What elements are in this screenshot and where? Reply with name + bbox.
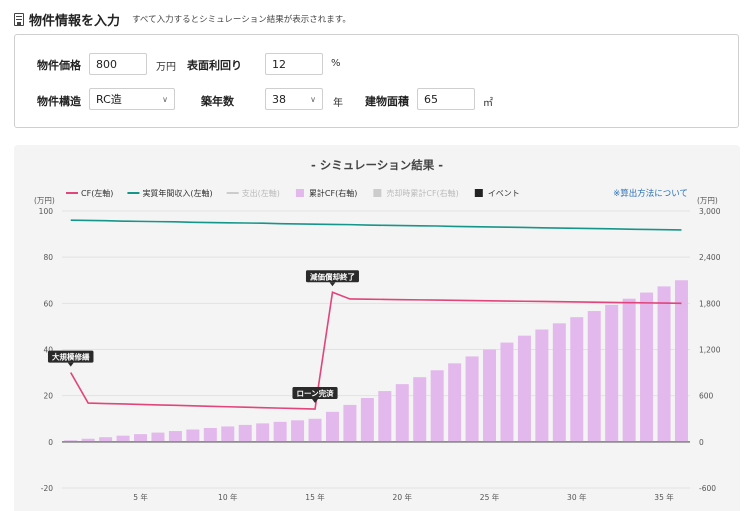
right-tick-label: 2,400 <box>699 253 721 262</box>
left-tick-label: -20 <box>41 484 53 493</box>
cumulative-cf-bar <box>587 311 601 442</box>
right-tick-label: 3,000 <box>699 207 721 216</box>
left-tick-label: 60 <box>43 299 53 308</box>
cumulative-cf-bar <box>605 304 619 442</box>
cumulative-cf-bar <box>203 427 217 442</box>
cumulative-cf-bar <box>221 426 235 442</box>
event-marker[interactable]: 大規模修繕 <box>47 350 94 367</box>
x-tick-label: 35 年 <box>654 492 674 502</box>
x-tick-label: 30 年 <box>567 492 587 502</box>
income-line <box>70 219 682 231</box>
legend-swatch-5[interactable] <box>474 189 483 197</box>
event-pointer <box>329 282 336 287</box>
right-tick-label: -600 <box>699 484 716 493</box>
legend-item-0[interactable]: CF(左軸) <box>81 188 113 198</box>
legend-swatch-4[interactable] <box>373 189 382 197</box>
cumulative-cf-bar <box>238 424 252 442</box>
event-marker[interactable]: 減価償却終了 <box>305 270 359 287</box>
left-tick-label: 80 <box>43 253 53 262</box>
cumulative-cf-bar <box>448 363 462 442</box>
cumulative-cf-bar <box>273 421 287 442</box>
cumulative-cf-bar <box>570 317 584 442</box>
legend-swatch-3[interactable] <box>295 189 304 197</box>
event-label: 大規模修繕 <box>52 352 90 362</box>
left-tick-label: 0 <box>48 438 53 447</box>
right-tick-label: 1,200 <box>699 346 721 355</box>
cumulative-cf-bar <box>517 335 531 442</box>
simulation-chart: CF(左軸) 実質年間収入(左軸) 支出(左軸) 累計CF(右軸) 売却時累計CF(右軸… <box>34 188 721 502</box>
x-tick-label: 25 年 <box>480 492 500 502</box>
left-tick-label: 100 <box>39 207 54 216</box>
event-label: ローン完済 <box>296 388 334 398</box>
cumulative-cf-bar <box>430 370 444 442</box>
cumulative-cf-bar <box>343 404 357 442</box>
cumulative-cf-bar <box>413 377 427 442</box>
cumulative-cf-bar <box>256 423 270 442</box>
event-pointer <box>67 362 74 367</box>
cumulative-cf-bar <box>168 431 182 442</box>
cumulative-cf-bar <box>674 280 688 442</box>
event-label: 減価償却終了 <box>310 271 355 281</box>
x-tick-label: 5 年 <box>133 492 148 502</box>
cumulative-cf-bar <box>622 298 636 442</box>
x-tick-label: 15 年 <box>305 492 325 502</box>
cumulative-cf-bar <box>291 420 305 442</box>
cumulative-cf-bar <box>186 429 200 442</box>
calc-method-link[interactable]: ※算出方法について <box>613 188 688 199</box>
cumulative-cf-bar <box>308 418 322 442</box>
cumulative-cf-bar <box>325 411 339 442</box>
cumulative-cf-bar <box>378 391 392 442</box>
right-tick-label: 0 <box>699 438 704 447</box>
cumulative-cf-bar <box>552 323 566 442</box>
x-tick-label: 20 年 <box>393 492 413 502</box>
cumulative-cf-bar <box>535 329 549 442</box>
event-marker[interactable]: ローン完済 <box>292 387 338 404</box>
cumulative-cf-bar <box>640 292 654 442</box>
cumulative-cf-bar <box>116 435 130 442</box>
right-tick-label: 1,800 <box>699 299 721 308</box>
cumulative-cf-bar <box>483 349 497 442</box>
event-pointer <box>312 399 319 404</box>
right-tick-label: 600 <box>699 392 714 401</box>
legend-item-2[interactable]: 支出(左軸) <box>242 188 280 198</box>
cumulative-cf-bar <box>395 384 409 442</box>
legend-item-3[interactable]: 累計CF(右軸) <box>309 188 357 198</box>
legend-item-5[interactable]: イベント <box>488 189 520 198</box>
x-tick-label: 10 年 <box>218 492 238 502</box>
cumulative-cf-bar <box>465 356 479 442</box>
cumulative-cf-bar <box>657 286 671 442</box>
right-axis-unit: (万円) <box>697 196 718 205</box>
cumulative-cf-bar <box>500 342 514 442</box>
legend-item-1[interactable]: 実質年間収入(左軸) <box>142 188 212 198</box>
legend-item-4[interactable]: 売却時累計CF(右軸) <box>386 188 458 198</box>
left-tick-label: 20 <box>43 392 53 401</box>
left-axis-unit: (万円) <box>34 196 55 205</box>
cumulative-cf-bar <box>151 432 165 442</box>
cumulative-cf-bar <box>360 397 374 442</box>
cumulative-cf-bar <box>134 434 148 442</box>
